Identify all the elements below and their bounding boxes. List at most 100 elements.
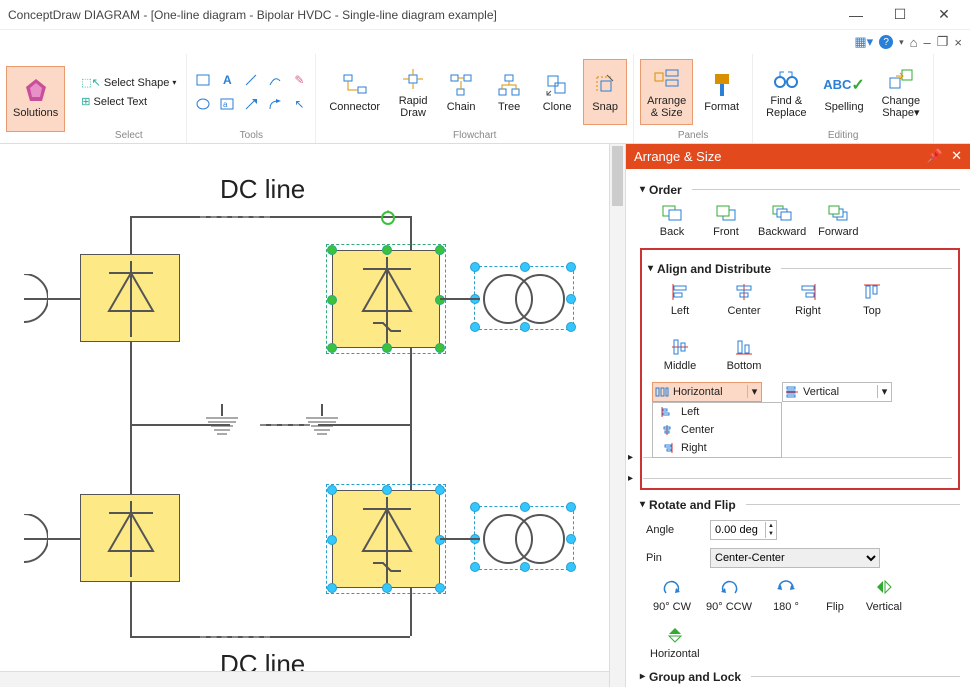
arrange-icon xyxy=(653,65,681,93)
align-middle-button[interactable]: Middle xyxy=(658,337,702,372)
dist-h-icon xyxy=(653,386,671,398)
group-label: Tools xyxy=(240,130,263,141)
align-distribute-highlight: Align and Distribute Left Center Right T… xyxy=(640,248,960,490)
arrange-size-button[interactable]: Arrange & Size xyxy=(640,59,693,125)
connector-button[interactable]: Connector xyxy=(322,59,387,125)
select-shape-icon: ⬚↖ xyxy=(81,76,101,89)
menu-item-center[interactable]: Center xyxy=(653,421,781,439)
solutions-icon xyxy=(22,77,50,105)
converter-box-selected[interactable] xyxy=(332,490,440,588)
tree-icon xyxy=(495,71,523,99)
tool-curve[interactable] xyxy=(265,70,285,90)
rotate-180-button[interactable]: 180 ° xyxy=(764,578,808,613)
spin-up-icon[interactable]: ▲ xyxy=(765,522,776,530)
group-lock-section-header[interactable]: Group and Lock xyxy=(640,670,960,684)
help-dropdown-icon[interactable]: ▾ xyxy=(899,37,904,48)
tool-text[interactable]: A xyxy=(217,70,237,90)
select-text-icon: ⊞ xyxy=(81,95,90,108)
tool-arc[interactable] xyxy=(265,94,285,114)
transformer-symbol[interactable] xyxy=(478,270,574,331)
tool-arrow[interactable] xyxy=(241,94,261,114)
rapid-draw-icon xyxy=(399,65,427,93)
mdi-restore-icon[interactable]: ❐ xyxy=(937,34,949,50)
window-title: ConceptDraw DIAGRAM - [One-line diagram … xyxy=(8,8,834,22)
select-shape-button[interactable]: ⬚↖ Select Shape ▾ xyxy=(77,74,180,91)
angle-input[interactable]: ▲▼ xyxy=(710,520,777,540)
binoculars-icon xyxy=(772,65,800,93)
close-button[interactable]: ✕ xyxy=(922,1,966,29)
distribute-vertical-dropdown[interactable]: Vertical ▾ xyxy=(782,382,892,402)
clone-button[interactable]: Clone xyxy=(535,59,579,125)
group-label: Panels xyxy=(678,130,709,141)
rotate-90ccw-button[interactable]: 90° CCW xyxy=(706,578,752,613)
dist-v-icon xyxy=(783,386,801,398)
minimize-button[interactable]: — xyxy=(834,1,878,29)
mdi-min-icon[interactable]: – xyxy=(924,35,931,50)
align-bottom-button[interactable]: Bottom xyxy=(722,337,766,372)
align-top-button[interactable]: Top xyxy=(850,282,894,317)
solutions-button[interactable]: Solutions xyxy=(6,66,65,132)
align-dist-section-header[interactable]: Align and Distribute xyxy=(648,262,952,276)
converter-box[interactable] xyxy=(80,494,180,582)
pin-icon[interactable]: 📌 xyxy=(927,148,943,164)
snap-icon xyxy=(591,71,619,99)
converter-box-selected[interactable] xyxy=(332,250,440,348)
spin-down-icon[interactable]: ▼ xyxy=(765,530,776,538)
order-section-header[interactable]: Order xyxy=(640,183,960,197)
find-replace-button[interactable]: Find & Replace xyxy=(759,59,813,125)
tree-button[interactable]: Tree xyxy=(487,59,531,125)
change-shape-button[interactable]: Change Shape▾ xyxy=(875,59,928,125)
home-icon[interactable]: ⌂ xyxy=(910,35,918,50)
spelling-button[interactable]: ABC✓ Spelling xyxy=(817,59,870,125)
horizontal-scrollbar[interactable] xyxy=(0,671,609,687)
flip-horizontal-button[interactable]: Horizontal xyxy=(650,625,700,660)
pin-select[interactable]: Center-Center xyxy=(710,548,880,568)
chevron-down-icon: ▾ xyxy=(877,385,891,398)
app-menu-icon[interactable]: ▦▾ xyxy=(854,34,873,50)
angle-label: Angle xyxy=(646,524,700,536)
distribute-horizontal-menu: Left Center Right xyxy=(652,402,782,458)
tool-ellipse[interactable] xyxy=(193,94,213,114)
format-button[interactable]: Format xyxy=(697,59,746,125)
spelling-icon: ABC✓ xyxy=(830,71,858,99)
format-icon xyxy=(708,71,736,99)
menu-item-left[interactable]: Left xyxy=(653,403,781,421)
bring-front-button[interactable]: Front xyxy=(704,203,748,238)
tool-rect[interactable] xyxy=(193,70,213,90)
converter-box[interactable] xyxy=(80,254,180,342)
group-label: Editing xyxy=(828,130,859,141)
snap-button[interactable]: Snap xyxy=(583,59,627,125)
tool-pencil[interactable]: ✎ xyxy=(289,70,309,90)
align-center-button[interactable]: Center xyxy=(722,282,766,317)
chain-button[interactable]: Chain xyxy=(439,59,483,125)
bring-forward-button[interactable]: Forward xyxy=(816,203,860,238)
align-left-button[interactable]: Left xyxy=(658,282,702,317)
help-icon[interactable]: ? xyxy=(879,35,893,49)
send-back-button[interactable]: Back xyxy=(650,203,694,238)
align-right-button[interactable]: Right xyxy=(786,282,830,317)
tool-pointer[interactable]: ↖ xyxy=(289,94,309,114)
select-text-button[interactable]: ⊞ Select Text xyxy=(77,93,180,110)
arrange-size-panel: Arrange & Size 📌 ✕ Order Back Front Back… xyxy=(625,144,970,687)
tool-textbox[interactable]: a xyxy=(217,94,237,114)
tool-line[interactable] xyxy=(241,70,261,90)
send-backward-button[interactable]: Backward xyxy=(758,203,806,238)
canvas[interactable]: DC line DC line xyxy=(0,144,625,687)
rapid-draw-button[interactable]: Rapid Draw xyxy=(391,59,435,125)
clone-icon xyxy=(543,71,571,99)
chevron-down-icon: ▾ xyxy=(747,385,761,398)
panel-close-icon[interactable]: ✕ xyxy=(951,148,962,164)
mdi-close-icon[interactable]: × xyxy=(954,35,962,50)
vertical-scrollbar[interactable] xyxy=(609,144,625,687)
dc-line-top-label: DC line xyxy=(220,174,305,205)
flip-vertical-button[interactable]: Vertical xyxy=(862,578,906,613)
rotate-90cw-button[interactable]: 90° CW xyxy=(650,578,694,613)
rotate-flip-section-header[interactable]: Rotate and Flip xyxy=(640,498,960,512)
chain-icon xyxy=(447,71,475,99)
pin-label: Pin xyxy=(646,552,700,564)
transformer-symbol[interactable] xyxy=(478,510,574,571)
menu-item-right[interactable]: Right xyxy=(653,439,781,457)
maximize-button[interactable]: ☐ xyxy=(878,1,922,29)
distribute-horizontal-dropdown[interactable]: Horizontal ▾ Left Center Right xyxy=(652,382,762,402)
svg-text:a: a xyxy=(223,100,228,109)
